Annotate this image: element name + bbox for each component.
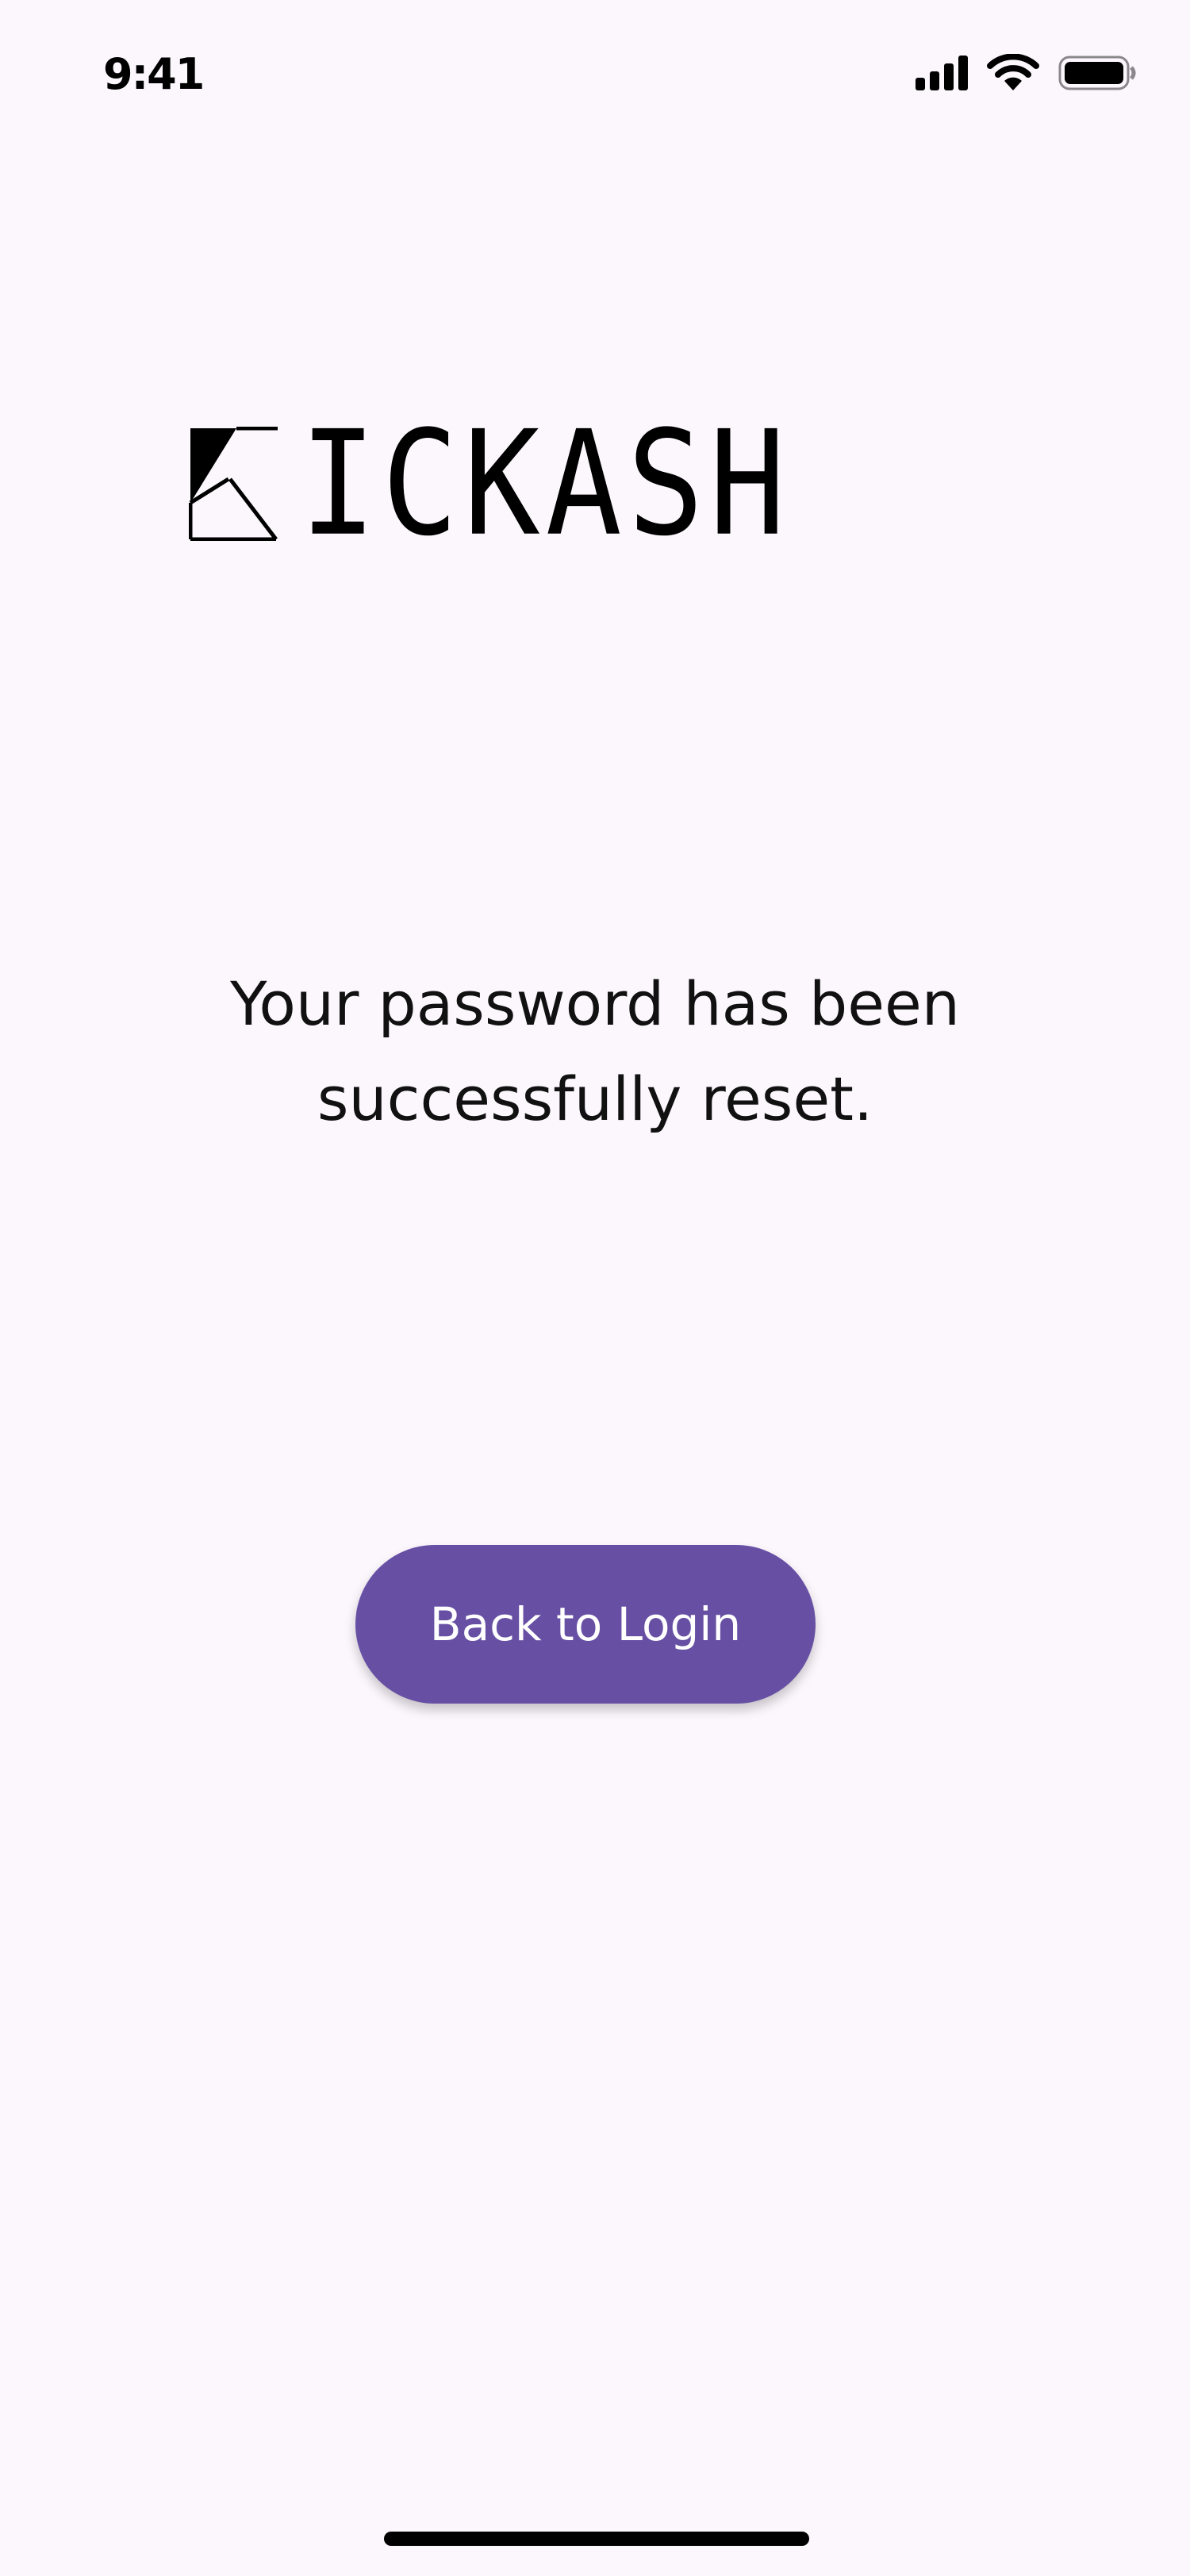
- cellular-signal-icon: [916, 56, 968, 90]
- wifi-icon: [987, 54, 1039, 90]
- success-message-line2: successfully reset.: [317, 1064, 873, 1134]
- back-to-login-button[interactable]: Back to Login: [355, 1545, 816, 1704]
- success-message-line1: Your password has been: [230, 968, 960, 1039]
- kickash-logo: ICKASH: [189, 399, 982, 568]
- home-indicator[interactable]: [384, 2532, 809, 2546]
- logo-k-mark-icon: [189, 427, 278, 541]
- battery-icon: [1058, 56, 1136, 90]
- status-time: 9:41: [103, 49, 205, 99]
- logo-wordmark: ICKASH: [300, 399, 792, 568]
- status-icons: [914, 54, 1144, 92]
- password-reset-success-screen: 9:41 ICKASH Your password has been succe…: [0, 0, 1190, 2576]
- success-message: Your password has been successfully rese…: [119, 956, 1071, 1147]
